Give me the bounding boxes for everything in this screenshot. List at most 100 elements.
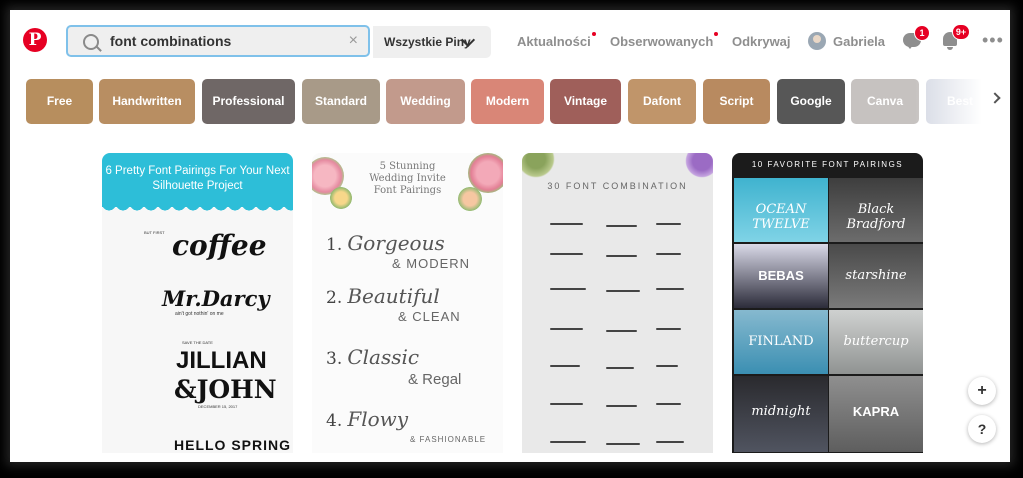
pairing-number: 1.: [326, 235, 343, 255]
font-sample-line: [606, 225, 637, 227]
nav-obserwowanych[interactable]: Obserwowanych: [610, 32, 719, 49]
notifications-badge: 9+: [952, 24, 970, 40]
tile-label: FINLAND: [748, 334, 814, 349]
font-tile: midnight: [734, 376, 828, 452]
pairing-number: 4.: [326, 411, 343, 431]
nav-aktualnosci-label: Aktualności: [517, 34, 591, 49]
avatar[interactable]: [808, 32, 826, 50]
search-input[interactable]: font combinations ×: [66, 25, 370, 57]
pin-title: 5 Stunning Wedding Invite Font Pairings: [369, 161, 446, 196]
font-sample-line: [606, 290, 640, 292]
pin-10-favorite-font-pairings[interactable]: 10 FAVORITE FONT PAIRINGS OCEAN TWELVE B…: [732, 153, 923, 453]
pinterest-logo-icon[interactable]: P: [23, 28, 47, 52]
pin-title: 10 FAVORITE FONT PAIRINGS: [751, 160, 904, 169]
nav-odkrywaj-label: Odkrywaj: [732, 34, 791, 49]
pin-word: coffee: [172, 229, 267, 262]
pairing-item: 3. Classic: [326, 345, 419, 369]
font-sample-line: [606, 330, 637, 332]
font-sample-line: [656, 365, 678, 367]
pinterest-window: P font combinations × Wszystkie Piny Akt…: [10, 10, 1010, 462]
guided-search-chip[interactable]: Google: [777, 79, 845, 124]
pairing-sub: & FASHIONABLE: [410, 435, 487, 444]
pin-scope-label: Wszystkie Piny: [384, 35, 471, 49]
new-activity-dot: [714, 32, 719, 36]
font-tile: KAPRA: [829, 376, 923, 452]
pin-scope-dropdown[interactable]: Wszystkie Piny: [373, 26, 491, 58]
pin-30-font-combination[interactable]: 30 FONT COMBINATION: [522, 153, 713, 453]
tile-label: starshine: [845, 268, 907, 283]
crystal-decoration: [682, 153, 713, 179]
pin-wedding-invite-fonts[interactable]: 5 Stunning Wedding Invite Font Pairings …: [312, 153, 503, 453]
tile-label: midnight: [751, 404, 811, 419]
pairing-number: 2.: [326, 288, 343, 308]
font-sample-line: [656, 403, 681, 405]
pin-word: Mr.Darcy: [162, 286, 270, 311]
tile-label: OCEAN TWELVE: [752, 202, 810, 232]
nav-odkrywaj[interactable]: Odkrywaj: [732, 34, 791, 49]
profile-link[interactable]: Gabriela: [833, 34, 885, 49]
pin-word: JILLIAN: [176, 347, 267, 374]
leaf-decoration: [522, 153, 560, 179]
guided-search-chip[interactable]: Modern: [471, 79, 544, 124]
pin-title: 30 FONT COMBINATION: [547, 181, 688, 191]
font-sample-line: [550, 328, 583, 330]
pin-caption: SAVE THE DATE: [182, 340, 213, 345]
font-sample-line: [550, 253, 583, 255]
pairing-script: Gorgeous: [347, 231, 445, 255]
font-sample-line: [656, 288, 684, 290]
tile-label: BEBAS: [758, 268, 804, 283]
nav-aktualnosci[interactable]: Aktualności: [517, 32, 596, 49]
pairing-item: 2. Beautiful: [326, 284, 440, 308]
guided-search-chip[interactable]: Professional: [202, 79, 295, 124]
pairing-sub: & Regal: [408, 371, 462, 388]
pairing-sub: & MODERN: [392, 256, 471, 271]
tile-label: Black Bradford: [846, 202, 906, 232]
pin-caption: DECEMBER 15, 2017: [198, 404, 238, 409]
pairing-sub: & CLEAN: [398, 309, 461, 324]
font-tile: OCEAN TWELVE: [734, 178, 828, 242]
font-sample-line: [606, 443, 640, 445]
guided-search-chip[interactable]: Standard: [302, 79, 380, 124]
pin-title: 6 Pretty Font Pairings For Your Next Sil…: [102, 153, 293, 213]
font-sample-line: [550, 403, 583, 405]
font-sample-line: [550, 223, 583, 225]
pin-word: &JOHN: [174, 375, 277, 404]
font-sample-line: [656, 328, 681, 330]
guided-search-chip[interactable]: Wedding: [386, 79, 465, 124]
font-sample-line: [656, 253, 681, 255]
add-pin-button[interactable]: +: [968, 377, 996, 405]
font-sample-line: [606, 367, 634, 369]
help-button[interactable]: ?: [968, 415, 996, 443]
font-sample-line: [606, 255, 637, 257]
font-sample-line: [550, 365, 580, 367]
guided-search-chip[interactable]: Dafont: [628, 79, 696, 124]
user-name: Gabriela: [833, 34, 886, 49]
font-sample-line: [606, 405, 637, 407]
font-sample-line: [550, 441, 586, 443]
tile-label: buttercup: [843, 334, 909, 349]
pin-caption: BUT FIRST: [144, 230, 165, 235]
more-options-icon[interactable]: •••: [982, 30, 1004, 51]
font-tile: BEBAS: [734, 244, 828, 308]
pairing-item: 1. Gorgeous: [326, 231, 445, 255]
clear-search-icon[interactable]: ×: [349, 32, 358, 50]
pairing-script: Beautiful: [347, 284, 440, 308]
new-activity-dot: [591, 32, 596, 36]
font-sample-line: [656, 223, 681, 225]
guided-search-chip[interactable]: Handwritten: [99, 79, 195, 124]
pairing-item: 4. Flowy: [326, 407, 408, 431]
messages-badge: 1: [914, 25, 930, 41]
guided-search-chip[interactable]: Canva: [851, 79, 919, 124]
pin-silhouette-font-pairings[interactable]: 6 Pretty Font Pairings For Your Next Sil…: [102, 153, 293, 453]
guided-search-chip[interactable]: Script: [703, 79, 770, 124]
nav-obserwowanych-label: Obserwowanych: [610, 34, 714, 49]
guided-search-chip[interactable]: Vintage: [550, 79, 621, 124]
font-tile: Black Bradford: [829, 178, 923, 242]
pairing-number: 3.: [326, 349, 343, 369]
font-sample-line: [656, 441, 684, 443]
guided-search-chip[interactable]: Free: [26, 79, 93, 124]
search-query-text: font combinations: [110, 33, 232, 49]
pairing-script: Flowy: [347, 407, 409, 431]
pin-word: HELLO SPRING: [174, 437, 292, 453]
pairing-script: Classic: [347, 345, 420, 369]
